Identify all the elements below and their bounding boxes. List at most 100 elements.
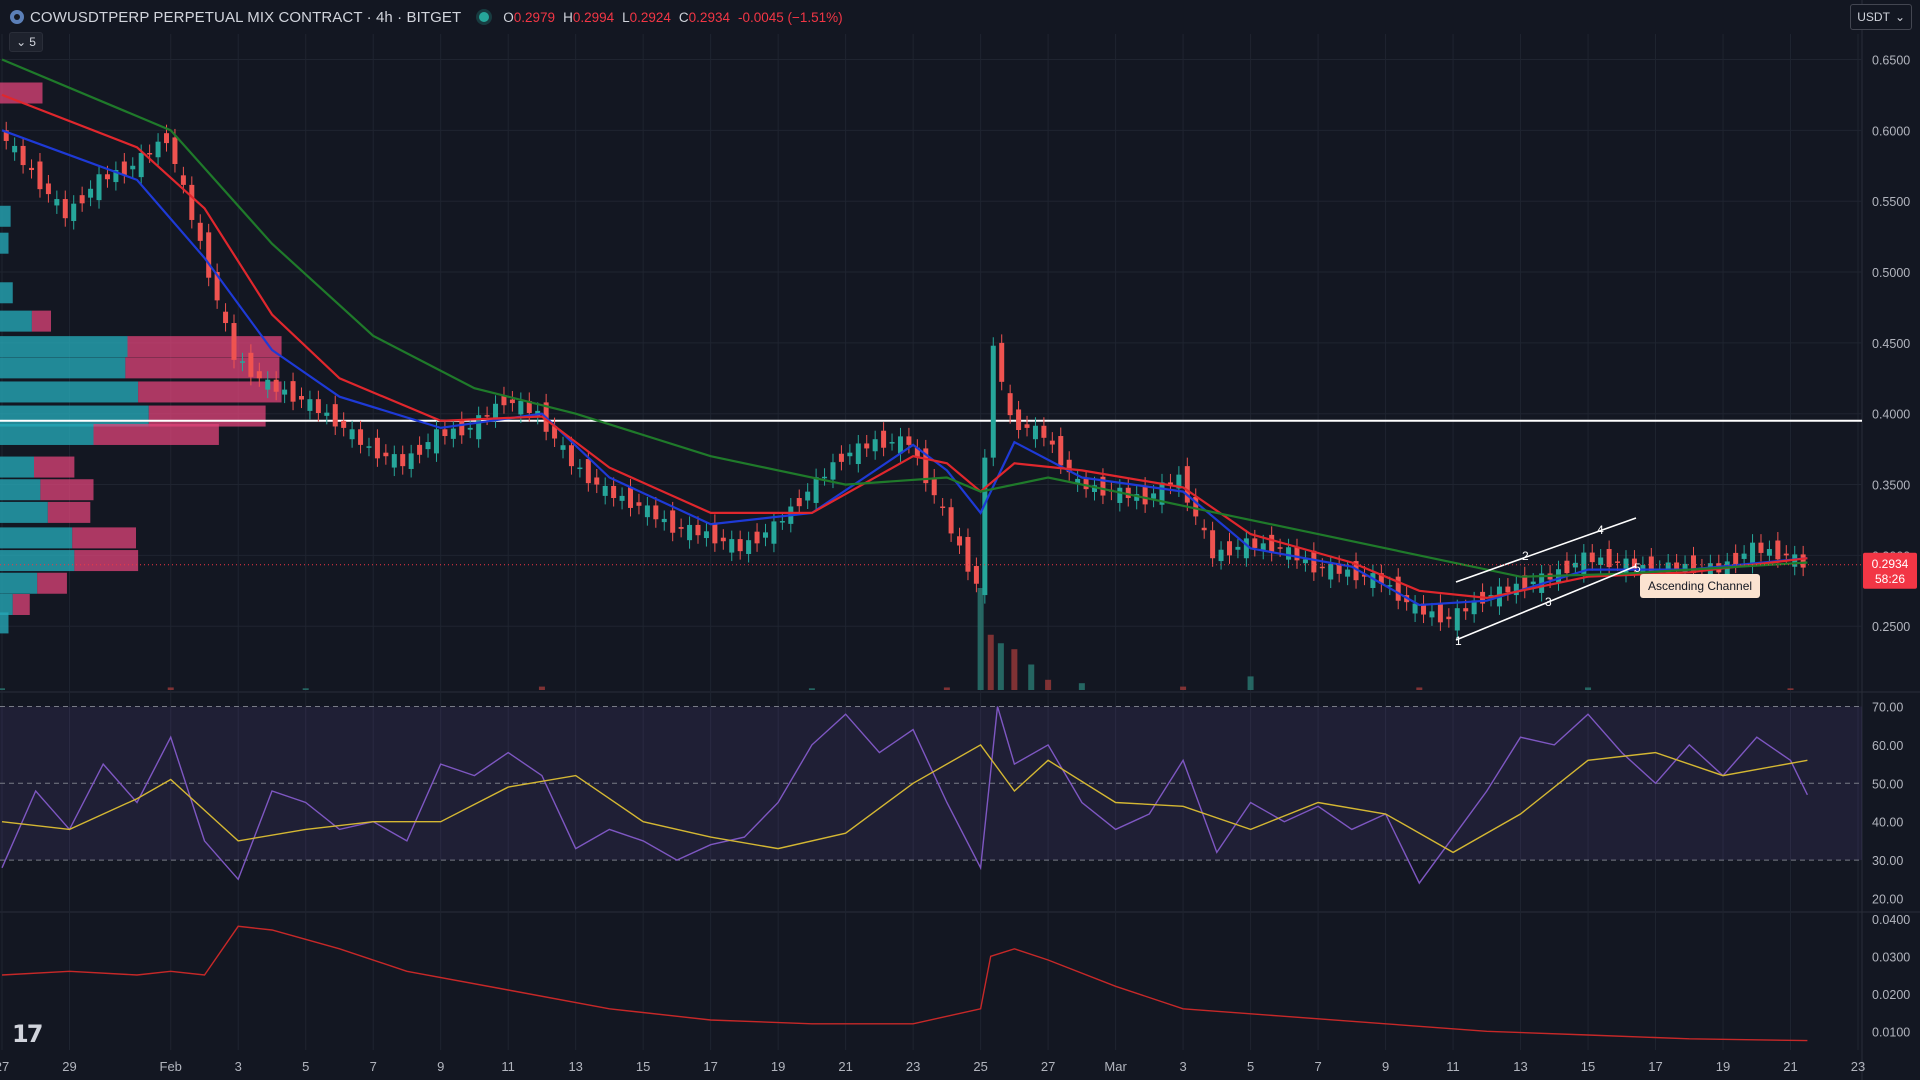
bar-countdown-label: 58:26	[1875, 572, 1905, 586]
x-tick-label: Mar	[1104, 1059, 1127, 1074]
volume-profile-buy	[0, 550, 75, 572]
candle-body	[391, 454, 397, 468]
indicators-collapse-button[interactable]: ⌄ 5	[9, 32, 43, 52]
price-tick-label: 0.5000	[1872, 266, 1910, 280]
volume-profile-buy	[0, 572, 38, 594]
volume-bar	[1180, 686, 1187, 690]
volume-bar	[808, 688, 815, 690]
candle-body	[1302, 559, 1308, 564]
candle-body	[349, 429, 355, 440]
candle-body	[1117, 487, 1123, 503]
candle-body	[408, 453, 414, 469]
cow-coin-icon[interactable]	[10, 10, 24, 24]
x-tick-label: 19	[771, 1059, 785, 1074]
candle-body	[282, 389, 288, 395]
lower-tick-label: 0.0100	[1872, 1025, 1910, 1039]
candle-body	[29, 167, 35, 171]
candle-body	[374, 437, 380, 459]
candle-body	[712, 522, 718, 544]
volume-profile-sell	[125, 357, 280, 379]
volume-profile-buy	[0, 456, 34, 478]
rsi-tick-label: 50.00	[1872, 777, 1903, 791]
candle-body	[1218, 549, 1224, 562]
volume-bar	[1011, 649, 1018, 690]
candle-body	[400, 454, 406, 467]
candle-body	[206, 232, 212, 278]
candle-body	[1024, 424, 1030, 428]
volume-profile-sell	[0, 82, 43, 104]
chart-canvas[interactable]: 2729Feb3579111315171921232527Mar35791113…	[0, 0, 1920, 1080]
tradingview-logo[interactable]: 17	[12, 1020, 43, 1048]
volume-profile-sell	[40, 479, 94, 501]
x-tick-label: 13	[1513, 1059, 1527, 1074]
candle-body	[695, 524, 701, 536]
candle-body	[493, 403, 499, 420]
candle-body	[940, 506, 946, 509]
candle-body	[273, 379, 279, 392]
candle-body	[54, 199, 60, 206]
ohlc-low: L0.2924	[622, 9, 671, 25]
candle-body	[459, 420, 465, 436]
candle-body	[931, 477, 937, 496]
candle-body	[982, 457, 988, 596]
candle-body	[897, 436, 903, 454]
candle-body	[1429, 611, 1435, 618]
candle-body	[838, 453, 844, 462]
x-tick-label: 27	[1041, 1059, 1055, 1074]
ohlc-open: O0.2979	[503, 9, 556, 25]
candle-body	[37, 161, 43, 190]
volume-bar	[1787, 688, 1794, 690]
candle-body	[62, 199, 68, 219]
volume-bar	[997, 643, 1004, 690]
candle-body	[239, 361, 245, 363]
candle-body	[568, 445, 574, 467]
candle-body	[96, 174, 102, 201]
currency-label: USDT	[1857, 10, 1890, 24]
candle-body	[628, 487, 634, 508]
candle-body	[594, 477, 600, 485]
lower-tick-label: 0.0300	[1872, 950, 1910, 964]
volume-profile-buy	[0, 232, 9, 254]
candle-body	[1007, 393, 1013, 416]
symbol-title[interactable]: COWUSDTPERP PERPETUAL MIX CONTRACT · 4h …	[30, 9, 461, 26]
candle-body	[1016, 409, 1022, 431]
candle-body	[298, 396, 304, 400]
volume-bar	[1585, 687, 1592, 690]
candle-body	[822, 476, 828, 479]
x-tick-label: 21	[838, 1059, 852, 1074]
candle-body	[1437, 602, 1443, 623]
candle-body	[1252, 538, 1258, 548]
candle-body	[121, 161, 127, 175]
candle-body	[973, 566, 979, 584]
candle-body	[957, 536, 963, 546]
candle-body	[737, 539, 743, 552]
volume-profile-sell	[37, 572, 67, 594]
candle-body	[332, 404, 338, 427]
ohlc-high: H0.2994	[563, 9, 615, 25]
candle-body	[358, 429, 364, 445]
candle-body	[130, 165, 136, 170]
candle-body	[1277, 547, 1283, 549]
candle-body	[341, 420, 347, 428]
candle-body	[180, 175, 186, 185]
volume-profile-buy	[0, 205, 11, 227]
volume-bar	[1028, 664, 1035, 690]
candle-body	[653, 505, 659, 520]
candle-body	[813, 477, 819, 503]
live-status-dot	[479, 12, 490, 22]
candle-body	[670, 510, 676, 533]
volume-profile-sell	[74, 550, 139, 572]
candle-body	[805, 491, 811, 501]
currency-selector[interactable]: USDT ⌄	[1850, 4, 1912, 30]
candle-body	[881, 430, 887, 448]
current-price-label: 0.2934	[1872, 557, 1909, 571]
volume-bar	[977, 588, 984, 690]
candle-body	[450, 428, 456, 439]
candle-body	[703, 531, 709, 539]
candle-body	[256, 371, 262, 379]
candle-body	[847, 452, 853, 457]
candle-body	[324, 412, 330, 416]
candle-body	[1151, 493, 1157, 499]
x-tick-label: 23	[906, 1059, 920, 1074]
volume-bar	[943, 687, 950, 690]
